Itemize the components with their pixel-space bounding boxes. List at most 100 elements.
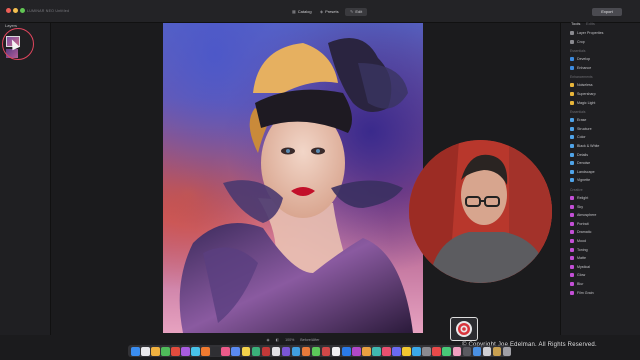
panel-item-1[interactable]: Crop xyxy=(570,39,585,45)
eye-icon[interactable]: ◉ xyxy=(267,338,270,342)
dock-app-icon[interactable] xyxy=(341,346,351,356)
tool-noiseless[interactable]: Noiseless xyxy=(570,82,593,88)
dock-app-icon[interactable] xyxy=(402,346,411,356)
dock-app-icon[interactable] xyxy=(291,346,301,356)
tool-denoise[interactable]: Denoise xyxy=(570,160,590,166)
tab-edits[interactable]: Edits xyxy=(586,21,595,26)
dock-app-icon[interactable] xyxy=(131,346,140,356)
zoom-window-button[interactable] xyxy=(20,8,25,13)
dock-app-icon[interactable] xyxy=(382,346,391,356)
dock-app-icon[interactable] xyxy=(141,346,150,356)
tool-mystical[interactable]: Mystical xyxy=(570,264,590,270)
tool-icon xyxy=(570,39,574,44)
tool-label: Erase xyxy=(577,118,587,123)
dock-app-icon[interactable] xyxy=(281,346,291,356)
dock-app-icon[interactable] xyxy=(321,346,331,356)
dock-app-icon[interactable] xyxy=(442,346,451,356)
tool-develop[interactable]: Develop xyxy=(570,56,590,62)
dock-app-icon[interactable] xyxy=(301,346,311,356)
tab-edit[interactable]: ✎ Edit xyxy=(345,8,368,16)
tool-label: Toning xyxy=(577,247,588,252)
tool-icon xyxy=(570,204,574,209)
tool-icon xyxy=(570,196,574,200)
tool-toning[interactable]: Toning xyxy=(570,247,588,253)
dock-app-icon[interactable] xyxy=(482,346,492,356)
tool-atmosphere[interactable]: Atmosphere xyxy=(570,212,596,218)
app-title: LUMINAR NEO Untitled xyxy=(27,9,70,13)
minimize-window-button[interactable] xyxy=(13,8,18,13)
tool-vignette[interactable]: Vignette xyxy=(570,177,590,183)
tool-label: Atmosphere xyxy=(577,213,597,218)
dock-app-icon[interactable] xyxy=(452,346,462,356)
dock-app-icon[interactable] xyxy=(502,346,512,356)
view-mode[interactable]: Before/After xyxy=(300,338,319,342)
dock-app-icon[interactable] xyxy=(432,346,441,356)
dock-app-icon[interactable] xyxy=(181,346,190,356)
tab-presets-label: Presets xyxy=(325,9,339,14)
dock-app-icon[interactable] xyxy=(171,346,180,356)
dock-app-icon[interactable] xyxy=(462,346,472,356)
tool-supersharp[interactable]: Supersharp xyxy=(570,91,596,97)
tool-landscape[interactable]: Landscape xyxy=(570,169,595,175)
canvas-bottom-bar: ◉ ◧ 100% Before/After xyxy=(163,335,423,345)
export-button[interactable]: Export xyxy=(592,8,622,16)
dock-app-icon[interactable] xyxy=(151,346,160,356)
window-titlebar: LUMINAR NEO Untitled ▦ Catalog ◈ Presets… xyxy=(0,0,640,23)
dock-app-icon[interactable] xyxy=(191,346,200,356)
dock-app-icon[interactable] xyxy=(241,346,251,356)
dock-app-icon[interactable] xyxy=(362,346,371,356)
tool-details[interactable]: Details xyxy=(570,152,588,158)
tool-erase[interactable]: Erase xyxy=(570,117,586,123)
dock-app-icon[interactable] xyxy=(412,346,421,356)
compare-icon[interactable]: ◧ xyxy=(276,338,279,342)
dock-app-icon[interactable] xyxy=(271,346,281,356)
tab-presets[interactable]: ◈ Presets xyxy=(315,8,344,16)
dock-app-icon[interactable] xyxy=(311,346,321,356)
tool-black-white[interactable]: Black & White xyxy=(570,143,599,149)
tool-label: Crop xyxy=(577,39,585,44)
dock-app-icon[interactable] xyxy=(231,346,241,356)
dock-app-icon[interactable] xyxy=(161,346,170,356)
tool-portrait[interactable]: Portrait xyxy=(570,221,589,227)
dock-app-icon[interactable] xyxy=(472,346,482,356)
tool-label: Enhance xyxy=(577,65,592,70)
tool-glow[interactable]: Glow xyxy=(570,272,585,278)
dock-app-icon[interactable] xyxy=(211,346,220,356)
tool-matte[interactable]: Matte xyxy=(570,255,586,261)
dock-app-icon[interactable] xyxy=(372,346,381,356)
dock-app-icon[interactable] xyxy=(201,346,210,356)
tool-label: Structure xyxy=(577,126,592,131)
tab-catalog[interactable]: ▦ Catalog xyxy=(287,8,317,16)
tool-enhance[interactable]: Enhance xyxy=(570,65,591,71)
tool-label: Denoise xyxy=(577,161,591,166)
tool-label: Color xyxy=(577,135,586,140)
dock-app-icon[interactable] xyxy=(261,346,271,356)
tool-label: Develop xyxy=(577,57,591,62)
panel-item-0[interactable]: Layer Properties xyxy=(570,30,603,36)
tool-mood[interactable]: Mood xyxy=(570,238,586,244)
tool-color[interactable]: Color xyxy=(570,134,586,140)
tool-icon xyxy=(570,144,574,148)
tool-relight[interactable]: Relight xyxy=(570,195,588,201)
tool-label: Noiseless xyxy=(577,83,593,88)
tool-sky[interactable]: Sky xyxy=(570,204,583,210)
dock-app-icon[interactable] xyxy=(331,346,341,356)
dock-app-icon[interactable] xyxy=(392,346,401,356)
zoom-level[interactable]: 100% xyxy=(285,338,294,342)
dock-app-icon[interactable] xyxy=(251,346,261,356)
tool-label: Black & White xyxy=(577,144,600,148)
tool-dramatic[interactable]: Dramatic xyxy=(570,229,591,235)
tool-label: Supersharp xyxy=(577,92,596,96)
dock-app-icon[interactable] xyxy=(221,346,230,356)
photo-canvas[interactable] xyxy=(163,23,423,333)
close-window-button[interactable] xyxy=(6,8,11,13)
tool-film-grain[interactable]: Film Grain xyxy=(570,290,594,296)
dock-app-icon[interactable] xyxy=(422,346,431,356)
tool-icon xyxy=(570,273,574,278)
tab-tools[interactable]: Tools xyxy=(571,21,580,26)
tool-structure[interactable]: Structure xyxy=(570,126,592,132)
tool-magic-light[interactable]: Magic Light xyxy=(570,100,595,106)
dock-app-icon[interactable] xyxy=(492,346,502,356)
dock-app-icon[interactable] xyxy=(352,346,361,356)
tool-blur[interactable]: Blur xyxy=(570,281,583,287)
